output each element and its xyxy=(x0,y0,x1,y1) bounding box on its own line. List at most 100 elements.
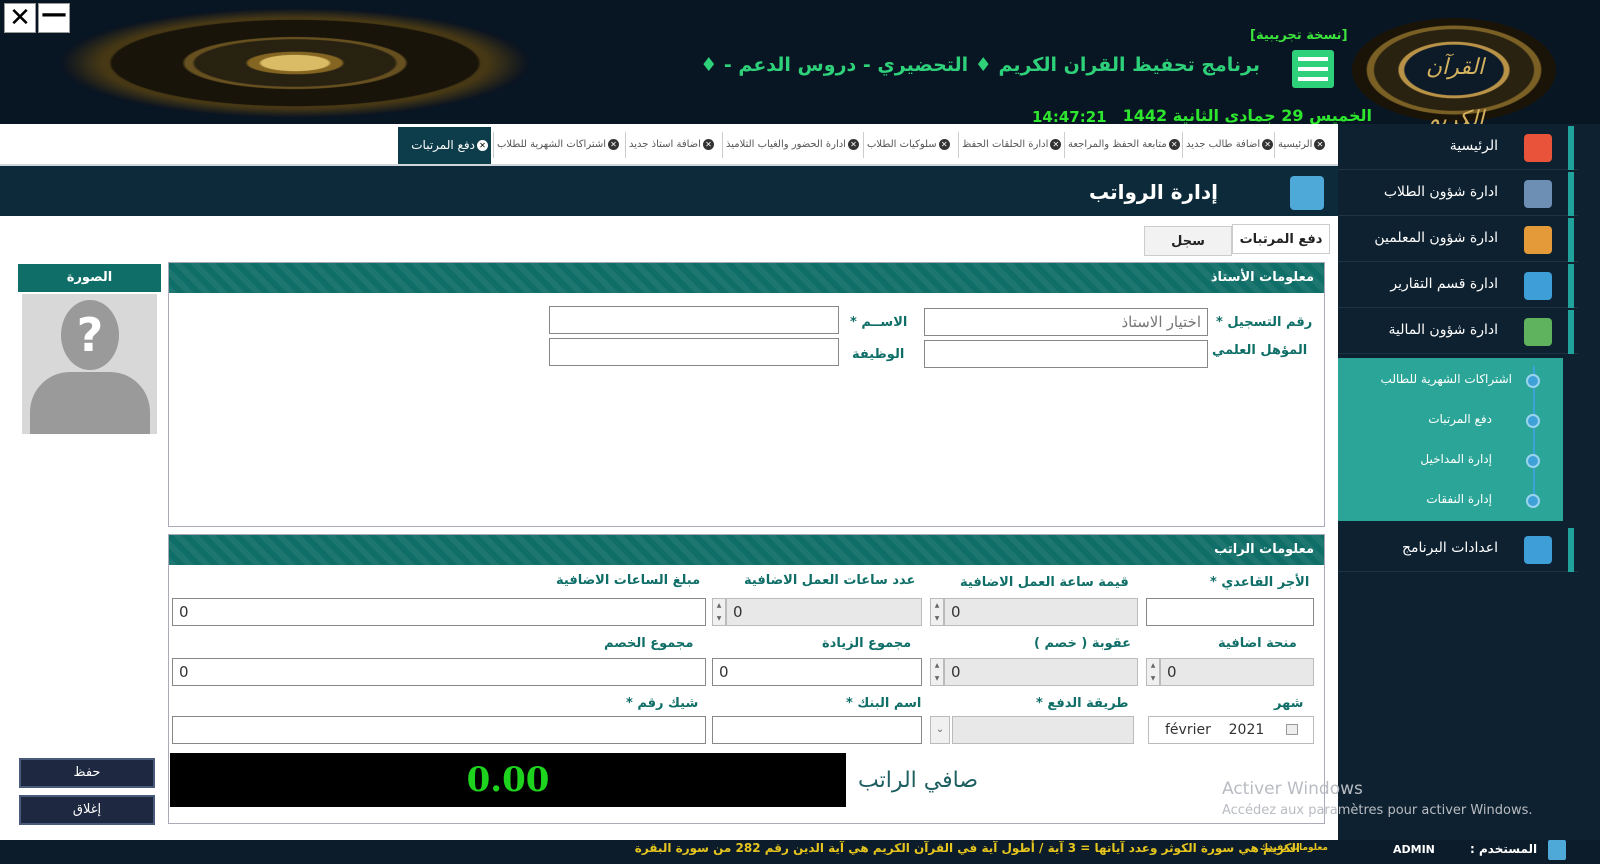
tab-home[interactable]: ✕الرئيسية xyxy=(1274,132,1328,158)
sidebar-accent xyxy=(1568,172,1574,216)
sidebar-accent xyxy=(1568,528,1574,572)
tab-circles[interactable]: ✕ادارة الحلقات الحفظ xyxy=(958,132,1064,158)
finance-icon xyxy=(1524,318,1552,346)
sidebar-item-finance[interactable]: ادارة شؤون المالية xyxy=(1338,310,1578,354)
tab-add-student[interactable]: ✕اضافة طالب جديد xyxy=(1182,132,1276,158)
reports-icon xyxy=(1524,272,1552,300)
sidebar-item-label: ادارة قسم التقارير xyxy=(1390,276,1498,292)
tab-pay-salaries[interactable]: دفع المرتبات xyxy=(1232,224,1330,254)
sidebar-item-home[interactable]: الرئيسية xyxy=(1338,126,1578,170)
submenu-item-incomes[interactable]: إدارة المداخيل xyxy=(1420,452,1492,466)
net-salary-display: 0.00 xyxy=(170,753,846,807)
cheque-number-label: شيك رقم * xyxy=(626,696,699,711)
overtime-rate-field[interactable]: 0 xyxy=(944,598,1138,626)
close-tab-icon[interactable]: ✕ xyxy=(702,138,714,150)
tab-salary-log[interactable]: سجل الرواتب xyxy=(1144,226,1232,279)
tab-label: اضافة استاذ جديد xyxy=(629,139,701,150)
bank-name-field[interactable] xyxy=(712,716,922,744)
ornament-image xyxy=(60,8,530,118)
sidebar-item-reports[interactable]: ادارة قسم التقارير xyxy=(1338,264,1578,308)
qualification-field[interactable] xyxy=(924,340,1208,368)
minimize-window-button[interactable]: — xyxy=(38,1,70,33)
tab-add-teacher[interactable]: ✕اضافة استاذ جديد xyxy=(625,132,717,158)
overtime-hours-stepper[interactable]: ▲ ▼ xyxy=(712,598,726,626)
menu-list-icon[interactable] xyxy=(1292,50,1334,88)
question-mark-icon: ? xyxy=(61,300,119,370)
close-tab-icon[interactable]: ✕ xyxy=(1314,138,1326,150)
tab-label: سلوكيات الطلاب xyxy=(867,139,937,150)
base-salary-field[interactable] xyxy=(1146,598,1314,626)
page-title: إدارة الرواتب xyxy=(1088,180,1218,204)
month-label: شهر xyxy=(1274,696,1304,711)
settings-icon xyxy=(1524,536,1552,564)
photo-title: الصورة xyxy=(18,264,161,292)
bonus-field[interactable]: 0 xyxy=(1160,658,1314,686)
close-tab-icon[interactable]: ✕ xyxy=(1050,138,1062,150)
tab-memorization[interactable]: ✕متابعة الحفظ والمراجعة xyxy=(1064,132,1183,158)
close-tab-icon[interactable]: ✕ xyxy=(1168,138,1180,150)
tab-subscriptions[interactable]: ✕اشتراكات الشهرية للطلاب xyxy=(493,132,622,158)
payment-method-select[interactable] xyxy=(952,716,1134,744)
calendar-icon[interactable] xyxy=(1286,724,1298,735)
close-tab-icon[interactable]: ✕ xyxy=(477,140,488,151)
tab-label: ادارة الحلقات الحفظ xyxy=(962,139,1049,150)
name-label: الاســم * xyxy=(850,315,908,330)
avatar-placeholder[interactable]: ? xyxy=(22,294,157,434)
user-name: ADMIN xyxy=(1393,843,1435,856)
tab-label: اشتراكات الشهرية للطلاب xyxy=(497,139,607,150)
penalty-field[interactable]: 0 xyxy=(944,658,1138,686)
sidebar-item-label: ادارة شؤون المعلمين xyxy=(1374,230,1498,246)
avatar-body xyxy=(30,372,150,434)
tab-label: اضافة طالب جديد xyxy=(1186,139,1261,150)
sidebar-accent xyxy=(1568,126,1574,170)
sidebar-item-label: اعدادات البرنامج xyxy=(1401,540,1498,556)
penalty-stepper[interactable]: ▲ ▼ xyxy=(930,658,944,686)
tab-salaries[interactable]: ✕دفع المرتبات xyxy=(398,127,491,164)
overtime-amount-field[interactable]: 0 xyxy=(172,598,706,626)
name-field[interactable] xyxy=(549,306,839,334)
tab-label: الرئيسية xyxy=(1278,139,1313,150)
reg-number-field[interactable] xyxy=(924,308,1208,336)
sidebar-item-students[interactable]: ادارة شؤون الطلاب xyxy=(1338,172,1578,216)
trial-badge: [نسخة تجريبية] xyxy=(1250,28,1348,43)
total-additions-field[interactable]: 0 xyxy=(712,658,922,686)
tab-attendance[interactable]: ✕ادارة الحضور والغياب التلاميذ xyxy=(722,132,862,158)
submenu-item-expenses[interactable]: إدارة النفقات xyxy=(1426,492,1492,506)
submenu-item-subscriptions[interactable]: اشتراكات الشهرية للطالب xyxy=(1381,372,1512,386)
close-window-button[interactable]: ✕ xyxy=(4,3,36,33)
bonus-stepper[interactable]: ▲ ▼ xyxy=(1146,658,1160,686)
info-ticker: الكريم هي سورة الكوثر وعدد آياتها = 3 آي… xyxy=(634,841,1300,855)
sidebar-item-settings[interactable]: اعدادات البرنامج xyxy=(1338,528,1578,572)
job-field[interactable] xyxy=(549,338,839,366)
salary-users-icon xyxy=(1290,176,1324,210)
tab-label: دفع المرتبات xyxy=(411,138,475,152)
watermark-line: Accédez aux paramètres pour activer Wind… xyxy=(1222,803,1533,818)
total-deductions-field[interactable]: 0 xyxy=(172,658,706,686)
chevron-down-icon[interactable]: ⌄ xyxy=(930,716,950,744)
save-button[interactable]: حفظ xyxy=(19,758,155,788)
user-label: المستخدم : xyxy=(1470,842,1538,856)
sidebar-item-label: ادارة شؤون الطلاب xyxy=(1383,184,1498,200)
home-icon xyxy=(1524,134,1552,162)
bullet-icon xyxy=(1526,374,1540,388)
overtime-rate-stepper[interactable]: ▲ ▼ xyxy=(930,598,944,626)
sidebar-item-teachers[interactable]: ادارة شؤون المعلمين xyxy=(1338,218,1578,262)
teachers-icon xyxy=(1524,226,1552,254)
bonus-label: منحة اضافية xyxy=(1218,636,1297,651)
close-tab-icon[interactable]: ✕ xyxy=(1262,138,1274,150)
total-deductions-label: مجموع الخصم xyxy=(604,636,694,651)
tab-behaviors[interactable]: ✕سلوكيات الطلاب xyxy=(863,132,953,158)
watermark-line: Activer Windows xyxy=(1222,779,1363,799)
students-icon xyxy=(1524,180,1552,208)
close-tab-icon[interactable]: ✕ xyxy=(608,138,620,150)
overtime-hours-field[interactable]: 0 xyxy=(726,598,922,626)
close-tab-icon[interactable]: ✕ xyxy=(847,138,859,150)
payment-method-label: طريقة الدفع * xyxy=(1036,696,1129,711)
ticker-label: معلومات تفيدك xyxy=(1259,843,1328,853)
submenu-item-salaries[interactable]: دفع المرتبات xyxy=(1428,412,1492,426)
close-button[interactable]: إغلاق xyxy=(19,795,155,825)
cheque-number-field[interactable] xyxy=(172,716,706,744)
job-label: الوظيفة xyxy=(852,347,905,362)
close-tab-icon[interactable]: ✕ xyxy=(938,138,950,150)
app-title: برنامج تحفيظ القران الكريم ♦ التحضيري - … xyxy=(700,54,1260,76)
